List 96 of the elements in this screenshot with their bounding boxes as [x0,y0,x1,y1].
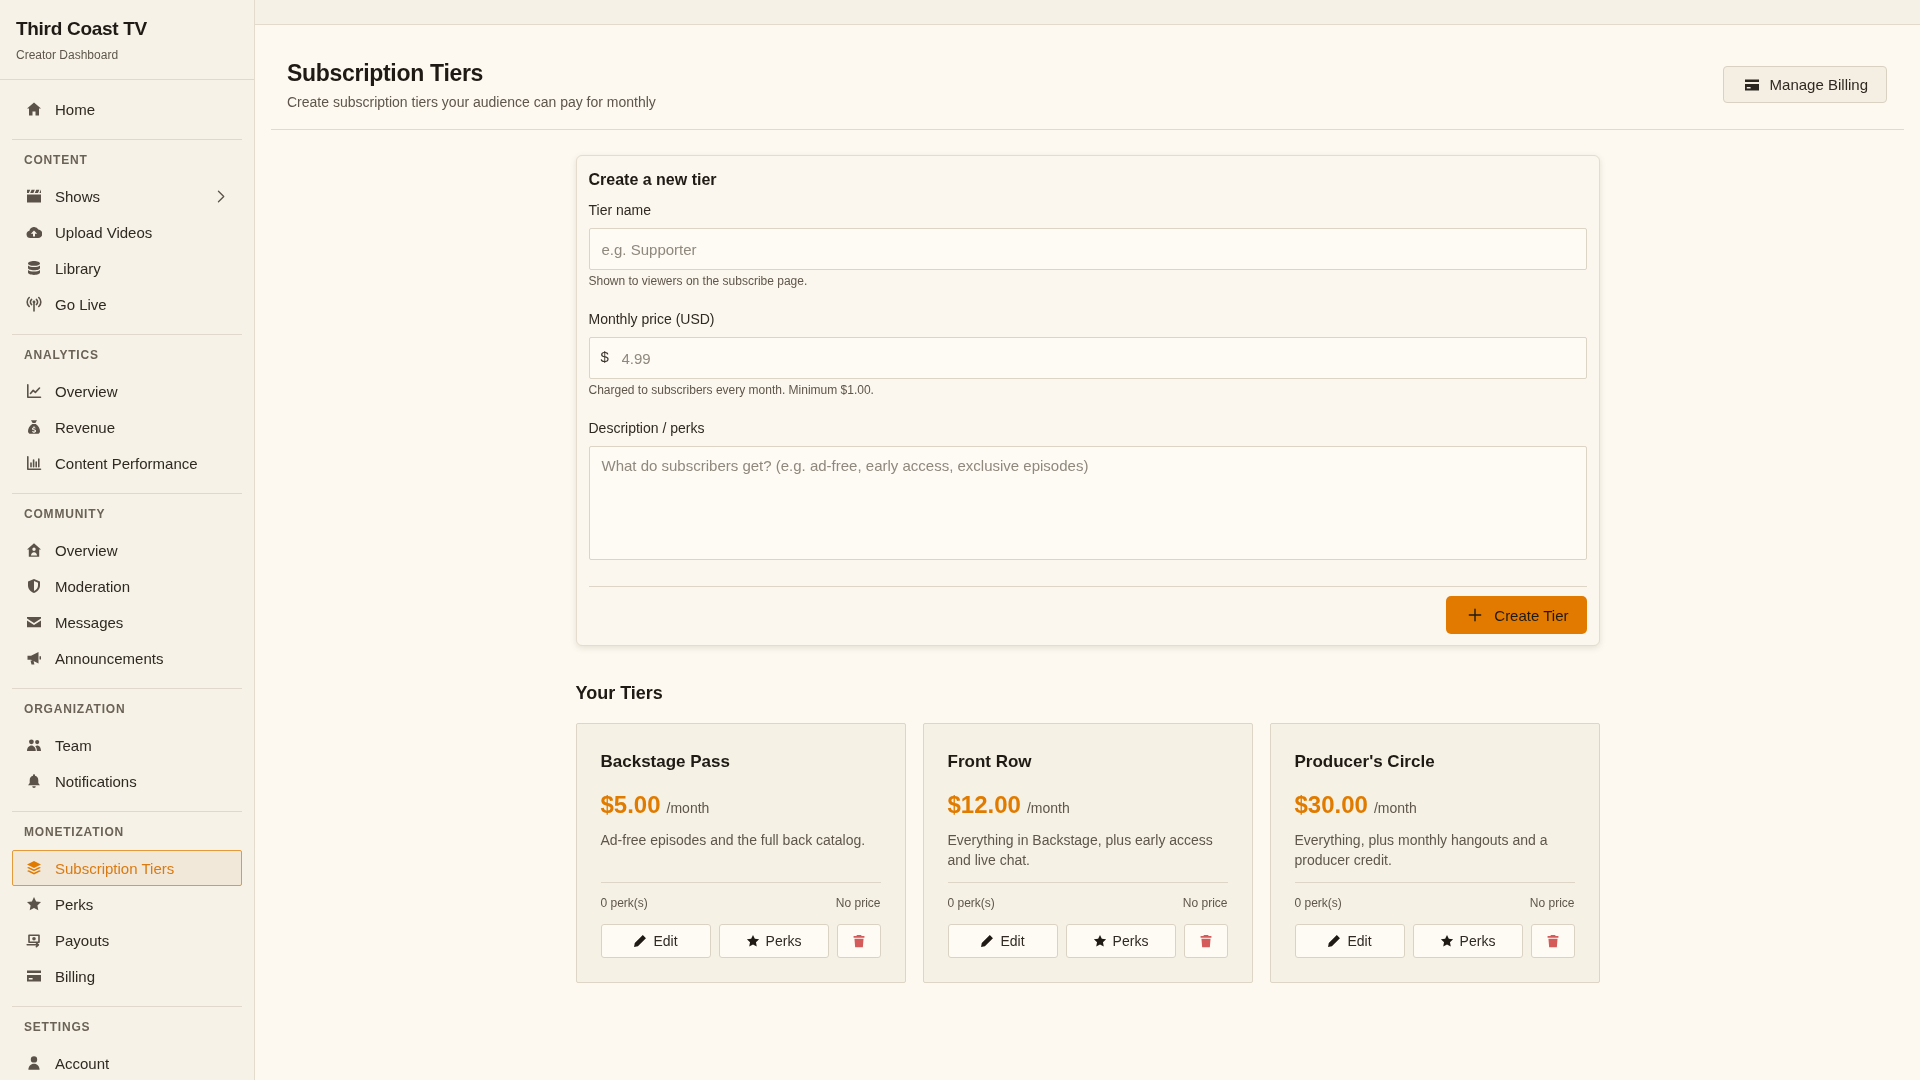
section-heading: CONTENT [23,152,89,168]
create-tier-button[interactable]: Create Tier [1446,596,1587,634]
help-text: Shown to viewers on the subscribe page. [588,273,808,289]
users-icon [26,737,42,753]
price-status: No price [1182,895,1228,911]
nav-item[interactable]: Moderation [12,568,242,604]
section-heading: MONETIZATION [23,824,126,840]
nav-item[interactable]: Perks [12,886,242,922]
trash-icon [1545,934,1560,948]
nav-item[interactable]: Overview [12,373,242,409]
perks-button[interactable]: Perks [1412,924,1523,958]
trash-icon [851,934,866,948]
pencil-icon [633,934,648,948]
edit-button[interactable]: Edit [1294,924,1405,958]
edit-button[interactable]: Edit [600,924,711,958]
nav-item[interactable]: Home [12,91,242,127]
user-icon [26,1055,42,1071]
cloud-upload-icon [26,224,42,240]
tier-price: $30.00 [1294,790,1368,820]
input-field[interactable]: e.g. Supporter [588,228,1587,270]
envelope-icon [26,614,42,630]
trash-icon [1198,934,1213,948]
credit-card-icon [26,968,42,984]
home-icon [26,101,42,117]
field-label: Monthly price (USD) [588,310,715,329]
nav-item[interactable]: Revenue [12,409,242,445]
money-transfer-icon [26,932,42,948]
nav-item[interactable]: Messages [12,604,242,640]
database-icon [26,260,42,276]
layers-icon [26,860,42,876]
house-user-icon [26,542,42,558]
nav-item[interactable]: Overview [12,532,242,568]
star-icon [1439,934,1454,948]
tier-name: Backstage Pass [600,751,730,773]
nav-item[interactable]: Upload Videos [12,214,242,250]
tier-description: Everything in Backstage, plus early access and live chat. [947,831,1214,870]
tier-name: Producer's Circle [1294,751,1435,773]
price-period: /month [1026,799,1070,817]
price-period: /month [1373,799,1417,817]
nav-item[interactable]: Account [12,1045,242,1080]
pencil-icon [980,934,995,948]
delete-button[interactable] [836,924,881,958]
price-status: No price [835,895,881,911]
price-status: No price [1529,895,1575,911]
delete-button[interactable] [1183,924,1228,958]
section-heading: SETTINGS [23,1019,92,1035]
nav-item[interactable]: Team [12,727,242,763]
section-heading: COMMUNITY [23,506,107,522]
nav-item[interactable]: Payouts [12,922,242,958]
section-title: Your Tiers [575,682,664,704]
bell-icon [26,773,42,789]
nav-item[interactable]: Library [12,250,242,286]
field-label: Tier name [588,201,651,220]
perk-count: 0 perk(s) [1294,895,1342,911]
tier-price: $12.00 [947,790,1021,820]
textarea-field[interactable]: What do subscribers get? (e.g. ad-free, early access, exclusive episodes) [588,446,1587,560]
section-heading: ANALYTICS [23,347,100,363]
nav-item[interactable]: Announcements [12,640,242,676]
app-subtitle: Creator Dashboard [16,47,120,63]
megaphone-icon [26,650,42,666]
plus-icon [1468,608,1483,622]
broadcast-antenna-icon [26,296,42,312]
page-title: Subscription Tiers [287,59,485,88]
tier-description: Everything, plus monthly hangouts and a producer credit. [1294,831,1549,870]
star-icon [745,934,760,948]
edit-button[interactable]: Edit [947,924,1058,958]
section-heading: ORGANIZATION [23,701,127,717]
tier-price: $5.00 [600,790,661,820]
shield-icon [26,578,42,594]
clapperboard-icon [26,188,42,204]
page-subtitle: Create subscription tiers your audience can pay for monthly [287,93,656,111]
price-period: /month [666,799,710,817]
tier-name: Front Row [947,751,1032,773]
app-title: Third Coast TV [16,17,147,41]
tier-description: Ad-free episodes and the full back catalog. [600,831,867,850]
nav-item[interactable]: Billing [12,958,242,994]
delete-button[interactable] [1530,924,1575,958]
form-title: Create a new tier [588,170,718,190]
bar-chart-icon [26,455,42,471]
star-icon [1092,934,1107,948]
field-label: Description / perks [588,419,705,438]
star-icon [26,896,42,912]
money-bag-icon [26,419,42,435]
perk-count: 0 perk(s) [947,895,995,911]
perks-button[interactable]: Perks [718,924,829,958]
nav-item[interactable]: Notifications [12,763,242,799]
nav-item[interactable]: Go Live [12,286,242,322]
manage-billing-button[interactable]: Manage Billing [1722,66,1887,103]
pencil-icon [1327,934,1342,948]
nav-item[interactable]: Content Performance [12,445,242,481]
help-text: Charged to subscribers every month. Minimum $1.00. [588,382,874,398]
line-chart-icon [26,383,42,399]
nav-item[interactable]: Shows [12,178,242,214]
currency-symbol: $ [600,348,609,366]
perks-button[interactable]: Perks [1065,924,1176,958]
perk-count: 0 perk(s) [600,895,648,911]
